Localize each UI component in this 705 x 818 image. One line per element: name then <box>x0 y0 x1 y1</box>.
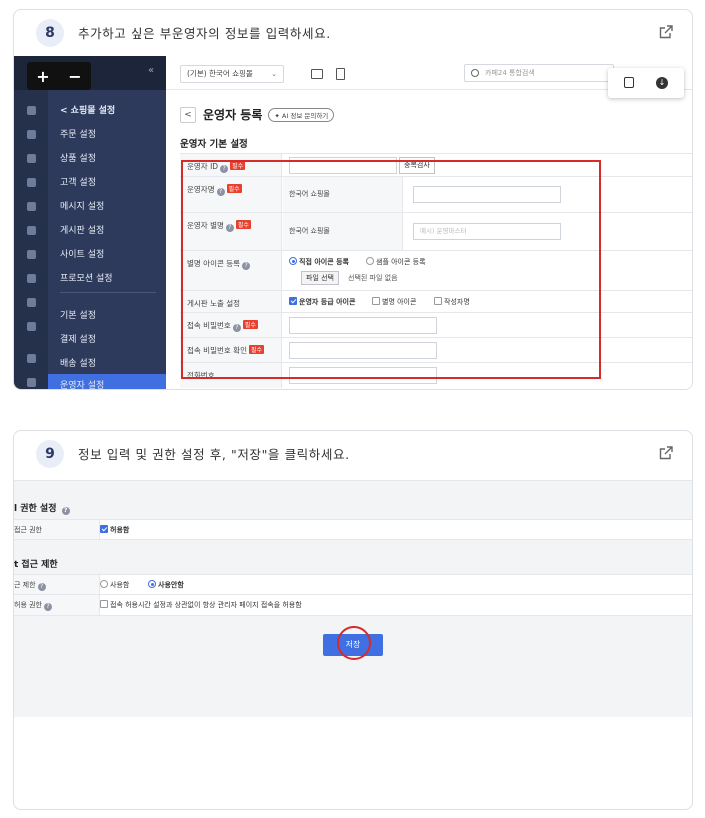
promotion-icon[interactable] <box>27 274 36 283</box>
sidebar-item-operator[interactable]: 운영자 설정 <box>60 378 104 389</box>
sidebar-item-message[interactable]: 메시지 설정 <box>60 199 104 212</box>
step-header: 8 추가하고 싶은 부운영자의 정보를 입력하세요. <box>14 10 692 55</box>
restrict-nouse-radio[interactable]: 사용안함 <box>148 575 184 595</box>
store-icon[interactable] <box>27 354 36 363</box>
sidebar-item-mall-settings[interactable]: < 쇼핑몰 설정 <box>60 103 115 116</box>
sidebar-item-board[interactable]: 게시판 설정 <box>60 223 104 236</box>
sidebar-item-promotion[interactable]: 프로모션 설정 <box>60 271 113 284</box>
page-title: 운영자 등록 <box>203 108 263 122</box>
highlight-box <box>181 160 601 379</box>
access-checkbox[interactable]: 허용함 <box>100 520 129 540</box>
section-auth-title: l 권한 설정 ? <box>14 501 70 515</box>
message-icon[interactable] <box>27 202 36 211</box>
search-input[interactable]: 카페24 통합검색 <box>464 64 614 82</box>
allow-label: 허용 권한? <box>14 595 100 615</box>
step-title: 정보 입력 및 권한 설정 후, "저장"을 클릭하세요. <box>78 447 350 462</box>
section-restrict-title: t 접근 제한 <box>14 560 58 570</box>
restrict-label: 근 제한? <box>14 575 100 594</box>
step-card-8: 8 추가하고 싶은 부운영자의 정보를 입력하세요. + − « < 쇼핑몰 설… <box>13 9 693 390</box>
page-header: < 운영자 등록 ✦ AI 정보 문의하기 <box>180 106 335 123</box>
restrict-use-radio[interactable]: 사용함 <box>100 575 129 595</box>
plus-icon[interactable]: + <box>36 67 49 86</box>
download-icon[interactable]: ↓ <box>656 77 668 89</box>
collapse-icon[interactable]: « <box>148 65 154 76</box>
external-link-icon[interactable] <box>658 445 674 461</box>
allow-row: 허용 권한? 접속 허용시간 설정과 상관없이 항상 관리자 페이지 접속을 허… <box>14 595 692 616</box>
mall-select[interactable]: (기본) 한국어 쇼핑몰 ⌄ <box>180 65 284 83</box>
sidebar-item-site[interactable]: 사이트 설정 <box>60 247 104 260</box>
external-link-icon[interactable] <box>658 24 674 40</box>
radio-unselected[interactable] <box>100 580 108 588</box>
access-row: 접근 권한 허용함 <box>14 519 692 540</box>
highlight-circle <box>337 626 371 660</box>
order-icon[interactable] <box>27 130 36 139</box>
step-number-badge: 8 <box>36 18 64 47</box>
sidebar-item-basic[interactable]: 기본 설정 <box>60 308 96 321</box>
radio-selected[interactable] <box>148 580 156 588</box>
access-label: 접근 권한 <box>14 520 100 539</box>
marketing-icon[interactable] <box>27 378 36 387</box>
product-icon[interactable] <box>27 154 36 163</box>
sidebar-item-order[interactable]: 주문 설정 <box>60 127 96 140</box>
board-icon[interactable] <box>27 226 36 235</box>
zoom-controls[interactable]: + − <box>27 62 91 90</box>
pc-view-icon[interactable] <box>311 69 323 79</box>
ai-inquiry-button[interactable]: ✦ AI 정보 문의하기 <box>268 107 335 122</box>
help-icon[interactable]: ? <box>61 507 70 515</box>
search-placeholder: 카페24 통합검색 <box>485 69 535 77</box>
mobile-view-icon[interactable] <box>336 68 345 80</box>
checkbox-unchecked[interactable] <box>100 600 108 608</box>
help-icon[interactable]: ? <box>44 603 52 611</box>
step-title: 추가하고 싶은 부운영자의 정보를 입력하세요. <box>78 26 331 41</box>
checkbox-checked[interactable] <box>100 525 108 533</box>
step-header: 9 정보 입력 및 권한 설정 후, "저장"을 클릭하세요. <box>14 431 692 476</box>
help-icon[interactable]: ? <box>37 583 46 591</box>
restrict-row: 근 제한? 사용함 사용안함 <box>14 574 692 595</box>
screenshot-operator-register: + − « < 쇼핑몰 설정 주문 설정 상품 설정 고객 설정 메시지 설정 … <box>14 56 692 389</box>
customer-icon[interactable] <box>27 178 36 187</box>
screenshot-permissions-save: l 권한 설정 ? 접근 권한 허용함 t 접근 제한 근 제한? 사용함 사용… <box>14 473 692 717</box>
design-icon[interactable] <box>27 250 36 259</box>
home-icon[interactable] <box>27 106 36 115</box>
step-card-9: 9 정보 입력 및 권한 설정 후, "저장"을 클릭하세요. l 권한 설정 … <box>13 430 693 810</box>
app-icon[interactable] <box>27 322 36 331</box>
cutoff-row <box>14 473 692 481</box>
sidebar-item-customer[interactable]: 고객 설정 <box>60 175 96 188</box>
search-icon <box>471 69 479 77</box>
back-button[interactable]: < <box>180 106 196 123</box>
sidebar-divider <box>60 292 156 293</box>
screenshot-toolbar: ↓ <box>608 68 684 98</box>
sidebar-item-shipping[interactable]: 배송 설정 <box>60 356 96 369</box>
mall-select-value: (기본) 한국어 쇼핑몰 <box>187 69 253 78</box>
section-title: 운영자 기본 설정 <box>180 139 248 150</box>
copy-icon[interactable] <box>624 77 634 88</box>
minus-icon[interactable]: − <box>68 67 81 86</box>
step-number-badge: 9 <box>36 439 64 468</box>
sidebar-item-payment[interactable]: 결제 설정 <box>60 332 96 345</box>
sidebar-item-product[interactable]: 상품 설정 <box>60 151 96 164</box>
chevron-down-icon: ⌄ <box>271 70 277 78</box>
allow-checkbox[interactable]: 접속 허용시간 설정과 상관없이 항상 관리자 페이지 접속을 허용함 <box>100 595 302 615</box>
stats-icon[interactable] <box>27 298 36 307</box>
